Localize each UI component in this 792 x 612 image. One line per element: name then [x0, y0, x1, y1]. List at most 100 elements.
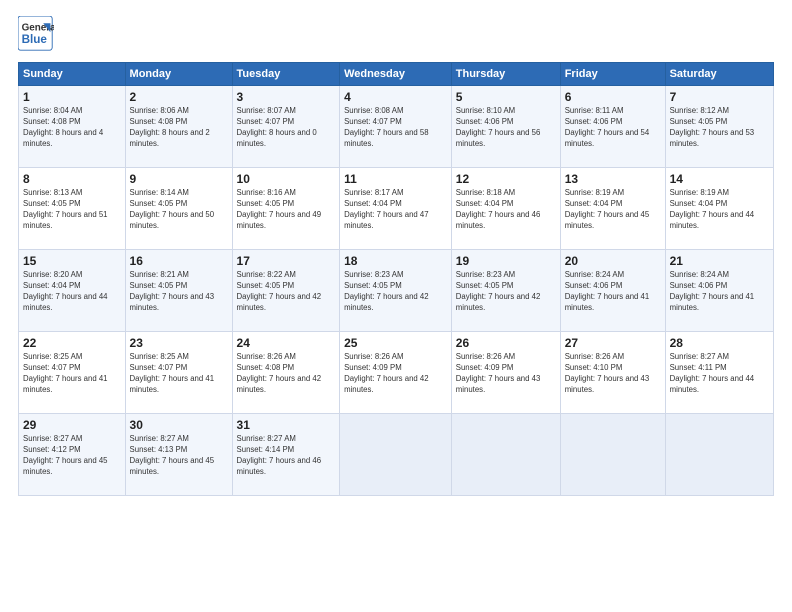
calendar-cell: 13 Sunrise: 8:19 AMSunset: 4:04 PMDayligh… — [560, 168, 665, 250]
day-number: 7 — [670, 90, 769, 104]
calendar-week-2: 8 Sunrise: 8:13 AMSunset: 4:05 PMDaylight… — [19, 168, 774, 250]
day-info: Sunrise: 8:22 AMSunset: 4:05 PMDaylight:… — [237, 270, 322, 312]
day-info: Sunrise: 8:25 AMSunset: 4:07 PMDaylight:… — [23, 352, 108, 394]
day-info: Sunrise: 8:20 AMSunset: 4:04 PMDaylight:… — [23, 270, 108, 312]
calendar-cell: 28 Sunrise: 8:27 AMSunset: 4:11 PMDayligh… — [665, 332, 773, 414]
day-info: Sunrise: 8:26 AMSunset: 4:10 PMDaylight:… — [565, 352, 650, 394]
day-number: 12 — [456, 172, 556, 186]
day-number: 15 — [23, 254, 121, 268]
day-number: 19 — [456, 254, 556, 268]
day-number: 8 — [23, 172, 121, 186]
day-info: Sunrise: 8:27 AMSunset: 4:11 PMDaylight:… — [670, 352, 755, 394]
day-number: 25 — [344, 336, 447, 350]
calendar-cell: 26 Sunrise: 8:26 AMSunset: 4:09 PMDayligh… — [451, 332, 560, 414]
day-number: 3 — [237, 90, 336, 104]
calendar-cell: 30Sunrise: 8:27 AMSunset: 4:13 PMDayligh… — [125, 414, 232, 496]
calendar-cell: 5 Sunrise: 8:10 AMSunset: 4:06 PMDaylight… — [451, 86, 560, 168]
logo: General Blue — [18, 16, 54, 52]
col-header-saturday: Saturday — [665, 63, 773, 86]
calendar-cell: 24 Sunrise: 8:26 AMSunset: 4:08 PMDayligh… — [232, 332, 340, 414]
day-info: Sunrise: 8:24 AMSunset: 4:06 PMDaylight:… — [565, 270, 650, 312]
calendar-cell: 3 Sunrise: 8:07 AMSunset: 4:07 PMDaylight… — [232, 86, 340, 168]
calendar-cell: 23 Sunrise: 8:25 AMSunset: 4:07 PMDayligh… — [125, 332, 232, 414]
day-number: 20 — [565, 254, 661, 268]
day-info: Sunrise: 8:26 AMSunset: 4:09 PMDaylight:… — [344, 352, 429, 394]
day-number: 31 — [237, 418, 336, 432]
day-number: 14 — [670, 172, 769, 186]
calendar-cell — [340, 414, 452, 496]
day-info: Sunrise: 8:27 AMSunset: 4:14 PMDaylight:… — [237, 434, 322, 476]
calendar-week-5: 29Sunrise: 8:27 AMSunset: 4:12 PMDayligh… — [19, 414, 774, 496]
calendar-cell: 22 Sunrise: 8:25 AMSunset: 4:07 PMDayligh… — [19, 332, 126, 414]
day-info: Sunrise: 8:18 AMSunset: 4:04 PMDaylight:… — [456, 188, 541, 230]
calendar-cell: 15 Sunrise: 8:20 AMSunset: 4:04 PMDayligh… — [19, 250, 126, 332]
day-number: 1 — [23, 90, 121, 104]
calendar-cell: 18Sunrise: 8:23 AMSunset: 4:05 PMDayligh… — [340, 250, 452, 332]
day-info: Sunrise: 8:23 AMSunset: 4:05 PMDaylight:… — [456, 270, 541, 312]
calendar-cell: 31 Sunrise: 8:27 AMSunset: 4:14 PMDayligh… — [232, 414, 340, 496]
day-number: 6 — [565, 90, 661, 104]
day-info: Sunrise: 8:07 AMSunset: 4:07 PMDaylight:… — [237, 106, 317, 148]
calendar-cell: 11 Sunrise: 8:17 AMSunset: 4:04 PMDayligh… — [340, 168, 452, 250]
calendar-cell: 19 Sunrise: 8:23 AMSunset: 4:05 PMDayligh… — [451, 250, 560, 332]
calendar-cell: 16 Sunrise: 8:21 AMSunset: 4:05 PMDayligh… — [125, 250, 232, 332]
day-number: 23 — [130, 336, 228, 350]
day-info: Sunrise: 8:27 AMSunset: 4:13 PMDaylight:… — [130, 434, 215, 476]
calendar-cell: 8 Sunrise: 8:13 AMSunset: 4:05 PMDaylight… — [19, 168, 126, 250]
calendar-cell — [665, 414, 773, 496]
day-info: Sunrise: 8:12 AMSunset: 4:05 PMDaylight:… — [670, 106, 755, 148]
day-number: 2 — [130, 90, 228, 104]
day-number: 13 — [565, 172, 661, 186]
col-header-tuesday: Tuesday — [232, 63, 340, 86]
day-info: Sunrise: 8:19 AMSunset: 4:04 PMDaylight:… — [565, 188, 650, 230]
day-number: 16 — [130, 254, 228, 268]
day-info: Sunrise: 8:14 AMSunset: 4:05 PMDaylight:… — [130, 188, 215, 230]
day-info: Sunrise: 8:08 AMSunset: 4:07 PMDaylight:… — [344, 106, 429, 148]
day-info: Sunrise: 8:24 AMSunset: 4:06 PMDaylight:… — [670, 270, 755, 312]
day-number: 22 — [23, 336, 121, 350]
day-info: Sunrise: 8:26 AMSunset: 4:08 PMDaylight:… — [237, 352, 322, 394]
day-info: Sunrise: 8:17 AMSunset: 4:04 PMDaylight:… — [344, 188, 429, 230]
day-number: 21 — [670, 254, 769, 268]
calendar-cell: 9 Sunrise: 8:14 AMSunset: 4:05 PMDaylight… — [125, 168, 232, 250]
day-number: 27 — [565, 336, 661, 350]
calendar-cell: 1Sunrise: 8:04 AMSunset: 4:08 PMDaylight… — [19, 86, 126, 168]
calendar-week-1: 1Sunrise: 8:04 AMSunset: 4:08 PMDaylight… — [19, 86, 774, 168]
calendar-table: SundayMondayTuesdayWednesdayThursdayFrid… — [18, 62, 774, 496]
col-header-friday: Friday — [560, 63, 665, 86]
day-number: 9 — [130, 172, 228, 186]
day-info: Sunrise: 8:10 AMSunset: 4:06 PMDaylight:… — [456, 106, 541, 148]
calendar-cell — [560, 414, 665, 496]
calendar-week-3: 15 Sunrise: 8:20 AMSunset: 4:04 PMDayligh… — [19, 250, 774, 332]
day-number: 4 — [344, 90, 447, 104]
day-number: 11 — [344, 172, 447, 186]
day-number: 17 — [237, 254, 336, 268]
calendar-cell: 20 Sunrise: 8:24 AMSunset: 4:06 PMDayligh… — [560, 250, 665, 332]
day-info: Sunrise: 8:13 AMSunset: 4:05 PMDaylight:… — [23, 188, 108, 230]
logo-icon: General Blue — [18, 16, 54, 52]
calendar-cell: 17 Sunrise: 8:22 AMSunset: 4:05 PMDayligh… — [232, 250, 340, 332]
calendar-cell: 21 Sunrise: 8:24 AMSunset: 4:06 PMDayligh… — [665, 250, 773, 332]
day-info: Sunrise: 8:26 AMSunset: 4:09 PMDaylight:… — [456, 352, 541, 394]
day-info: Sunrise: 8:11 AMSunset: 4:06 PMDaylight:… — [565, 106, 650, 148]
day-number: 5 — [456, 90, 556, 104]
calendar-cell: 10Sunrise: 8:16 AMSunset: 4:05 PMDayligh… — [232, 168, 340, 250]
calendar-cell: 6 Sunrise: 8:11 AMSunset: 4:06 PMDaylight… — [560, 86, 665, 168]
calendar-cell: 27 Sunrise: 8:26 AMSunset: 4:10 PMDayligh… — [560, 332, 665, 414]
day-info: Sunrise: 8:21 AMSunset: 4:05 PMDaylight:… — [130, 270, 215, 312]
calendar-cell: 12 Sunrise: 8:18 AMSunset: 4:04 PMDayligh… — [451, 168, 560, 250]
col-header-monday: Monday — [125, 63, 232, 86]
calendar-cell: 25 Sunrise: 8:26 AMSunset: 4:09 PMDayligh… — [340, 332, 452, 414]
page-header: General Blue — [18, 16, 774, 52]
day-number: 24 — [237, 336, 336, 350]
day-number: 26 — [456, 336, 556, 350]
col-header-wednesday: Wednesday — [340, 63, 452, 86]
day-info: Sunrise: 8:25 AMSunset: 4:07 PMDaylight:… — [130, 352, 215, 394]
calendar-cell: 14 Sunrise: 8:19 AMSunset: 4:04 PMDayligh… — [665, 168, 773, 250]
day-number: 28 — [670, 336, 769, 350]
calendar-cell: 29Sunrise: 8:27 AMSunset: 4:12 PMDayligh… — [19, 414, 126, 496]
day-info: Sunrise: 8:27 AMSunset: 4:12 PMDaylight:… — [23, 434, 108, 476]
day-info: Sunrise: 8:23 AMSunset: 4:05 PMDaylight:… — [344, 270, 429, 312]
day-info: Sunrise: 8:19 AMSunset: 4:04 PMDaylight:… — [670, 188, 755, 230]
svg-text:Blue: Blue — [22, 33, 48, 46]
